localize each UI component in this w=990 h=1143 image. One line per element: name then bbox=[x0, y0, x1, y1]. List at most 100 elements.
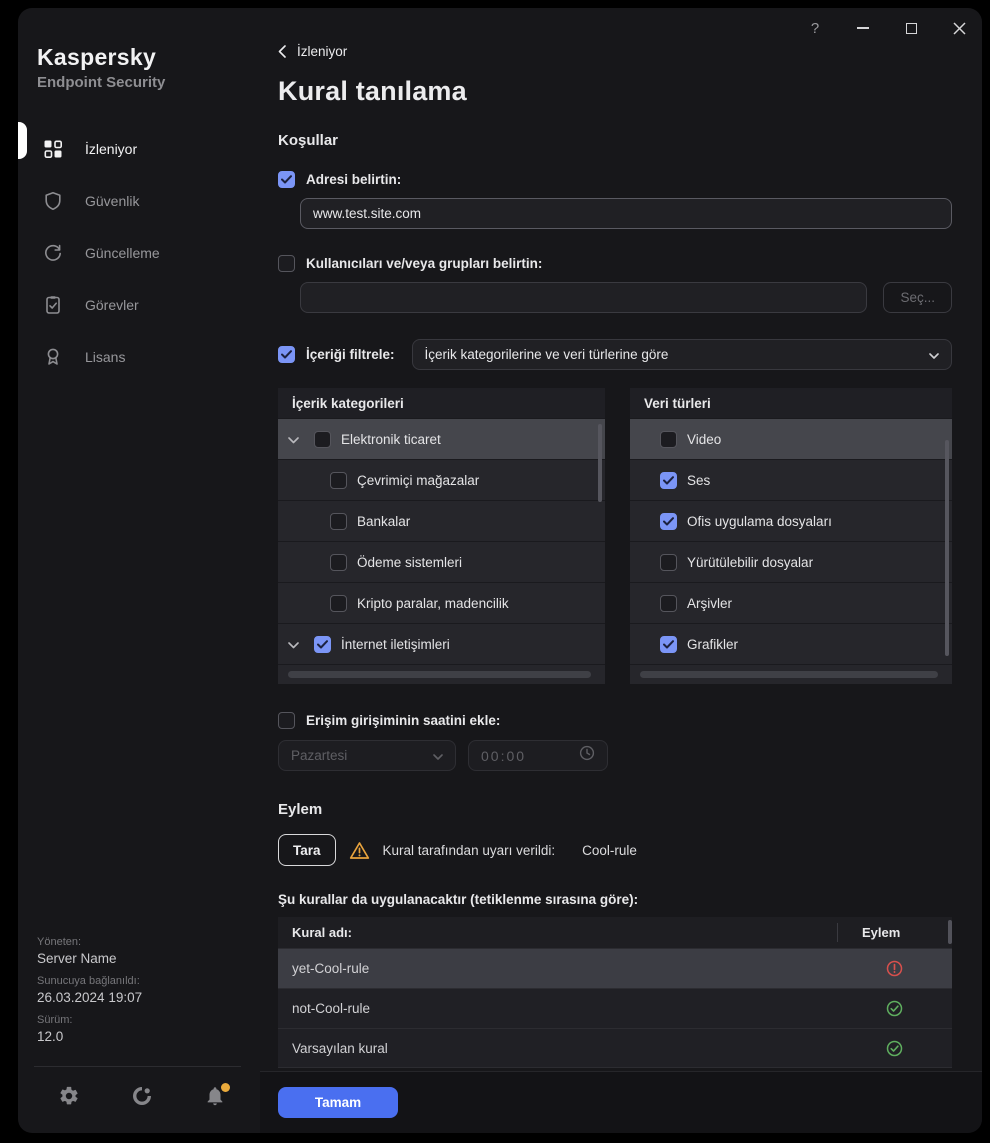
checkbox[interactable] bbox=[660, 553, 677, 571]
maximize-button[interactable] bbox=[902, 19, 920, 37]
check-icon bbox=[281, 350, 292, 359]
list-item-label: Ses bbox=[687, 472, 711, 488]
day-select[interactable]: Pazartesi bbox=[278, 740, 456, 771]
test-button[interactable]: Tara bbox=[278, 834, 336, 866]
vscroll-thumb[interactable] bbox=[598, 424, 602, 502]
table-row[interactable]: Varsayılan kural bbox=[278, 1028, 952, 1068]
support-icon[interactable] bbox=[131, 1085, 155, 1109]
filter-row: İçeriği filtrele: İçerik kategorilerine … bbox=[278, 339, 952, 370]
checkbox[interactable] bbox=[660, 635, 677, 653]
address-input[interactable] bbox=[300, 198, 952, 229]
checkbox[interactable] bbox=[314, 635, 331, 653]
datatypes-hscrollbar bbox=[630, 664, 952, 684]
categories-panel-title: İçerik kategorileri bbox=[278, 388, 605, 418]
address-checkbox[interactable] bbox=[278, 171, 295, 188]
sidebar-item-label: Görevler bbox=[85, 297, 139, 313]
sidebar: Kaspersky Endpoint Security İzleniyor Gü… bbox=[18, 8, 260, 1133]
filter-mode-select[interactable]: İçerik kategorilerine ve veri türlerine … bbox=[411, 339, 952, 370]
table-vscroll-thumb[interactable] bbox=[948, 920, 952, 944]
chevron-down-icon bbox=[929, 346, 939, 364]
vscroll-thumb[interactable] bbox=[945, 440, 949, 656]
chevron-left-icon bbox=[278, 45, 286, 58]
sidebar-item-label: İzleniyor bbox=[85, 141, 138, 157]
main-content: İzleniyor Kural tanılama Koşullar Adresi… bbox=[260, 8, 982, 1133]
sidebar-item-guncelleme[interactable]: Güncelleme bbox=[18, 227, 260, 279]
connected-value: 26.03.2024 19:07 bbox=[37, 990, 143, 1005]
filter-checkbox[interactable] bbox=[278, 346, 295, 363]
address-label: Adresi belirtin: bbox=[306, 172, 402, 187]
close-button[interactable] bbox=[950, 19, 968, 37]
daytime-row: Pazartesi 00:00 bbox=[278, 740, 952, 771]
table-row[interactable]: not-Cool-rule bbox=[278, 988, 952, 1028]
checkbox[interactable] bbox=[660, 471, 677, 489]
check-icon bbox=[317, 639, 328, 648]
notification-badge bbox=[221, 1083, 230, 1092]
list-item[interactable]: İnternet iletişimleri bbox=[278, 623, 605, 664]
connected-label: Sunucuya bağlanıldı: bbox=[37, 975, 140, 987]
list-item-label: Arşivler bbox=[687, 595, 733, 611]
brand: Kaspersky Endpoint Security bbox=[18, 8, 260, 91]
list-item-label: İnternet iletişimleri bbox=[341, 636, 450, 652]
list-item[interactable]: Çevrimiçi mağazalar bbox=[278, 459, 605, 500]
list-item-label: Yürütülebilir dosyalar bbox=[687, 554, 814, 570]
chevron-down-icon bbox=[433, 747, 443, 765]
back-link[interactable]: İzleniyor bbox=[278, 44, 347, 59]
app-window: ? Kaspersky Endpoint Security İzleniyor … bbox=[18, 8, 982, 1133]
shield-icon bbox=[43, 190, 65, 212]
minimize-button[interactable] bbox=[854, 19, 872, 37]
time-checkbox[interactable] bbox=[278, 712, 295, 729]
checkbox[interactable] bbox=[330, 594, 347, 612]
checkbox[interactable] bbox=[660, 512, 677, 530]
list-item[interactable]: Bankalar bbox=[278, 500, 605, 541]
checkbox[interactable] bbox=[330, 512, 347, 530]
list-item[interactable]: Elektronik ticaret bbox=[278, 418, 605, 459]
filter-label: İçeriği filtrele: bbox=[306, 347, 395, 362]
rules-table: Kural adı: Eylem yet-Cool-rule not-Cool-r… bbox=[278, 917, 952, 1068]
brand-logo: Kaspersky bbox=[37, 44, 157, 70]
select-users-button[interactable]: Seç... bbox=[883, 282, 952, 313]
sidebar-item-izleniyor[interactable]: İzleniyor bbox=[18, 123, 260, 175]
list-item[interactable]: Yürütülebilir dosyalar bbox=[630, 541, 952, 582]
time-input[interactable]: 00:00 bbox=[468, 740, 608, 771]
checkbox[interactable] bbox=[660, 594, 677, 612]
list-item[interactable]: Ödeme sistemleri bbox=[278, 541, 605, 582]
list-item[interactable]: Kripto paralar, madencilik bbox=[278, 582, 605, 623]
warning-text: Kural tarafından uyarı verildi: bbox=[382, 842, 556, 858]
datatypes-panel-title: Veri türleri bbox=[630, 388, 952, 418]
list-item[interactable]: Grafikler bbox=[630, 623, 952, 664]
filter-mode-value: İçerik kategorilerine ve veri türlerine … bbox=[424, 347, 669, 362]
checkbox[interactable] bbox=[660, 430, 677, 448]
refresh-icon bbox=[43, 242, 65, 264]
rules-list-label: Şu kurallar da uygulanacaktır (tetiklenm… bbox=[278, 892, 639, 907]
checkbox[interactable] bbox=[314, 430, 331, 448]
rules-table-header: Kural adı: Eylem bbox=[278, 917, 952, 948]
ok-button[interactable]: Tamam bbox=[278, 1087, 398, 1118]
expand-chevron-icon[interactable] bbox=[288, 431, 304, 447]
sidebar-item-gorevler[interactable]: Görevler bbox=[18, 279, 260, 331]
notifications-bell-icon[interactable] bbox=[204, 1083, 230, 1109]
version-label: Sürüm: bbox=[37, 1014, 73, 1026]
tasks-icon bbox=[43, 294, 65, 316]
list-item-label: Grafikler bbox=[687, 636, 739, 652]
expand-chevron-icon[interactable] bbox=[288, 636, 304, 652]
checkbox[interactable] bbox=[330, 471, 347, 489]
help-button[interactable]: ? bbox=[806, 19, 824, 37]
list-item[interactable]: Arşivler bbox=[630, 582, 952, 623]
filter-panels: İçerik kategorileri Elektronik ticaret Çe… bbox=[278, 388, 952, 684]
list-item[interactable]: Video bbox=[630, 418, 952, 459]
hscroll-thumb[interactable] bbox=[288, 671, 591, 678]
sidebar-item-lisans[interactable]: Lisans bbox=[18, 331, 260, 383]
list-item[interactable]: Ses bbox=[630, 459, 952, 500]
settings-gear-icon[interactable] bbox=[58, 1085, 82, 1109]
hscroll-thumb[interactable] bbox=[640, 671, 938, 678]
rule-name: not-Cool-rule bbox=[292, 1001, 371, 1016]
table-row[interactable]: yet-Cool-rule bbox=[278, 948, 952, 988]
sidebar-item-guvenlik[interactable]: Güvenlik bbox=[18, 175, 260, 227]
checkbox[interactable] bbox=[330, 553, 347, 571]
brand-product: Endpoint Security bbox=[37, 74, 166, 91]
sidebar-item-label: Lisans bbox=[85, 349, 126, 365]
list-item[interactable]: Ofis uygulama dosyaları bbox=[630, 500, 952, 541]
list-item-label: Ödeme sistemleri bbox=[357, 554, 463, 570]
users-input[interactable] bbox=[300, 282, 868, 313]
users-checkbox[interactable] bbox=[278, 255, 295, 272]
